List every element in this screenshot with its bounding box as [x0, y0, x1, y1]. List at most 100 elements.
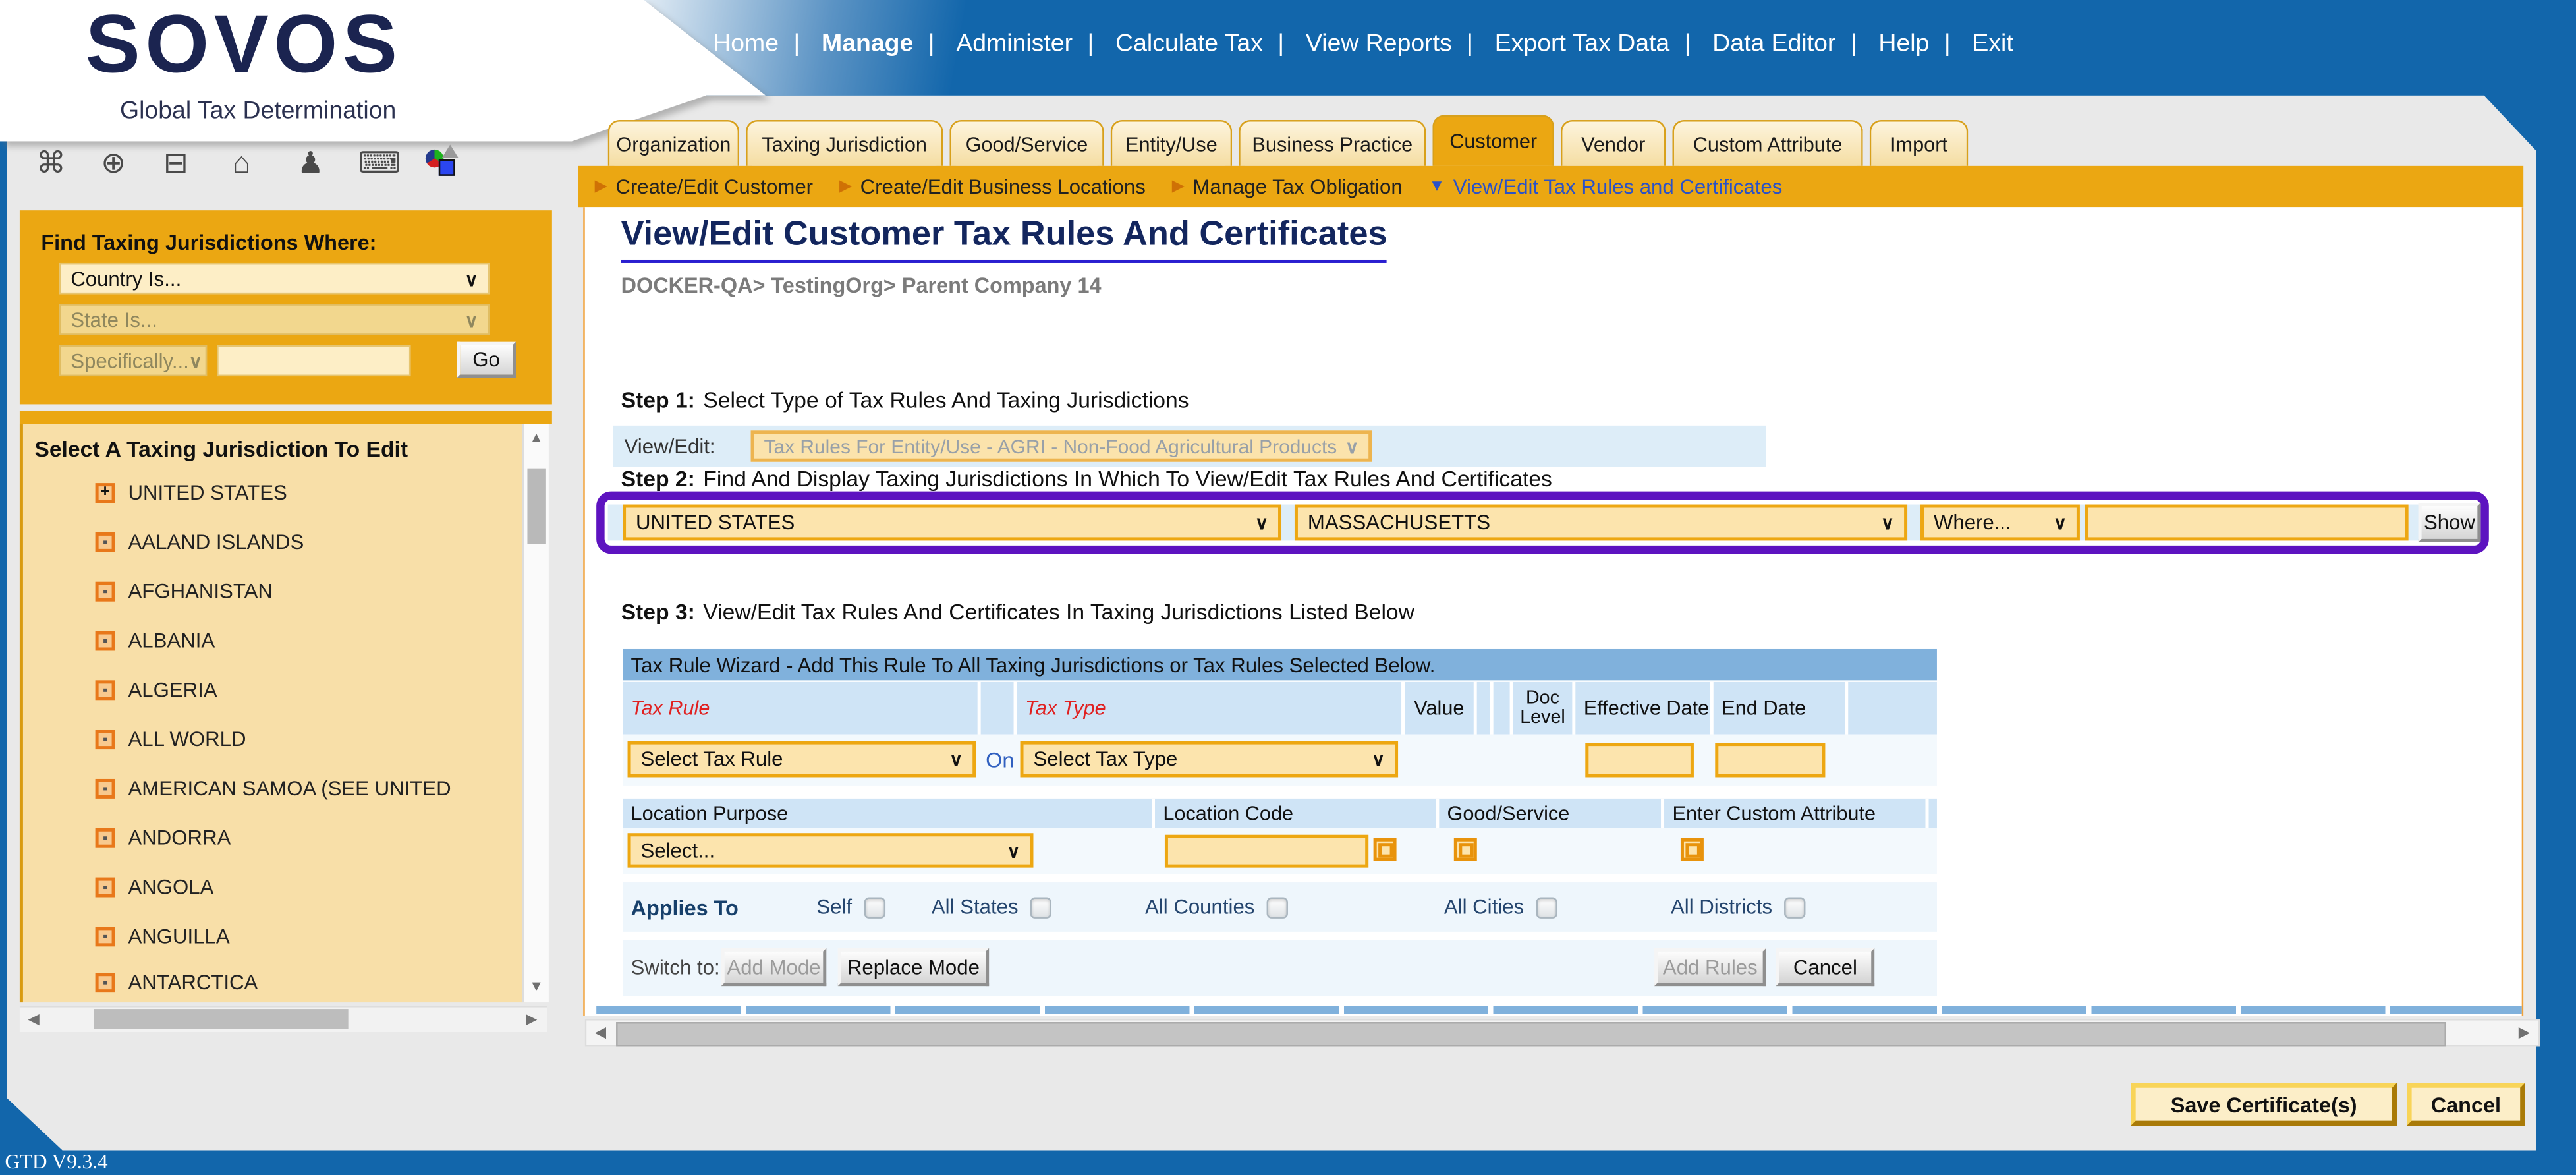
factory-icon[interactable]: ⌂	[223, 144, 260, 181]
tab-business-practice[interactable]: Business Practice	[1239, 120, 1426, 166]
list-item[interactable]: UNITED STATES	[96, 480, 287, 506]
state-filter-select[interactable]: MASSACHUSETTS	[1295, 505, 1907, 541]
location-code-picker-icon[interactable]	[1374, 838, 1397, 861]
col-location-purpose: Location Purpose	[623, 799, 1155, 828]
list-item[interactable]: AMERICAN SAMOA (SEE UNITED	[96, 776, 451, 802]
custom-attribute-picker-icon[interactable]	[1681, 838, 1704, 861]
tab-taxing-jurisdiction[interactable]: Taxing Jurisdiction	[746, 120, 943, 166]
add-rules-button[interactable]: Add Rules	[1654, 948, 1766, 986]
list-item[interactable]: ANDORRA	[96, 825, 231, 851]
find-panel-title: Find Taxing Jurisdictions Where:	[41, 230, 376, 254]
triangle-right-icon	[595, 177, 607, 195]
sidebar-toolbar: ⌘ ⊕ ⊟ ⌂ ♟ ⌨	[23, 141, 549, 187]
truck-icon[interactable]: ⊟	[157, 144, 194, 181]
breadcrumb-create-edit-business-locations[interactable]: Create/Edit Business Locations	[839, 175, 1146, 198]
list-item[interactable]: ANTARCTICA	[96, 969, 258, 996]
list-item[interactable]: ALGERIA	[96, 677, 217, 703]
person-icon[interactable]: ♟	[293, 144, 329, 181]
wizard-input-row: Select Tax Rule On Select Tax Type	[623, 735, 1937, 786]
specifically-select[interactable]: Specifically...	[59, 345, 207, 376]
content-horizontal-scrollbar[interactable]: ◀ ▶	[585, 1019, 2540, 1046]
scroll-left-icon[interactable]: ◀	[590, 1022, 611, 1043]
tax-type-select[interactable]: Select Tax Type	[1021, 741, 1399, 778]
org-chart-icon[interactable]: ⌘	[33, 144, 69, 181]
breadcrumb-view-edit-tax-rules[interactable]: View/Edit Tax Rules and Certificates	[1429, 175, 1783, 198]
nav-item-view-reports[interactable]: View Reports	[1306, 30, 1452, 57]
self-checkbox[interactable]	[864, 896, 885, 917]
tab-vendor[interactable]: Vendor	[1561, 120, 1666, 166]
jurisdiction-search-input[interactable]	[217, 345, 410, 376]
tab-good-service[interactable]: Good/Service	[949, 120, 1104, 166]
view-edit-select-value: Tax Rules For Entity/Use - AGRI - Non-Fo…	[764, 435, 1337, 458]
scrollbar-thumb[interactable]	[94, 1009, 349, 1029]
scroll-up-icon[interactable]: ▲	[526, 427, 547, 448]
scrollbar-thumb[interactable]	[527, 469, 545, 544]
filter-search-input[interactable]	[2085, 505, 2408, 541]
effective-date-input[interactable]	[1585, 743, 1694, 777]
go-button[interactable]: Go	[457, 342, 516, 378]
tax-rule-select[interactable]: Select Tax Rule	[628, 741, 976, 778]
show-button[interactable]: Show	[2419, 503, 2481, 542]
scroll-right-icon[interactable]: ▶	[520, 1009, 542, 1030]
country-select-value: Country Is...	[70, 267, 181, 290]
col-good-service: Good/Service	[1439, 799, 1664, 828]
location-purpose-select[interactable]: Select...	[628, 833, 1034, 867]
step3-text: View/Edit Tax Rules And Certificates In …	[703, 600, 1414, 624]
applies-all-counties-group: All Counties	[1145, 896, 1287, 919]
list-horizontal-scrollbar[interactable]: ◀ ▶	[20, 1006, 547, 1032]
list-item[interactable]: AALAND ISLANDS	[96, 529, 304, 556]
all-districts-checkbox[interactable]	[1784, 896, 1805, 917]
nav-item-manage[interactable]: Manage	[822, 30, 913, 57]
all-counties-checkbox[interactable]	[1266, 896, 1287, 917]
globe-icon[interactable]: ⊕	[96, 144, 132, 181]
scroll-right-icon[interactable]: ▶	[2513, 1022, 2534, 1043]
expand-plus-icon[interactable]	[96, 483, 115, 503]
nav-item-help[interactable]: Help	[1878, 30, 1929, 57]
scrollbar-thumb[interactable]	[616, 1022, 2446, 1046]
list-item[interactable]: ANGOLA	[96, 874, 214, 901]
list-item[interactable]: ALBANIA	[96, 628, 215, 654]
add-mode-button[interactable]: Add Mode	[721, 948, 827, 986]
nav-item-export-tax-data[interactable]: Export Tax Data	[1495, 30, 1669, 57]
where-filter-select[interactable]: Where...	[1920, 505, 2080, 541]
all-cities-checkbox[interactable]	[1536, 896, 1557, 917]
list-item[interactable]: ANGUILLA	[96, 923, 230, 950]
state-select[interactable]: State Is...	[59, 304, 490, 335]
scroll-left-icon[interactable]: ◀	[23, 1009, 44, 1030]
scroll-down-icon[interactable]: ▼	[526, 976, 547, 997]
tab-entity-use[interactable]: Entity/Use	[1111, 120, 1233, 166]
tab-organization[interactable]: Organization	[608, 120, 739, 166]
triangle-right-icon	[1172, 177, 1185, 195]
tab-customer[interactable]: Customer	[1432, 115, 1554, 166]
nav-item-calculate-tax[interactable]: Calculate Tax	[1115, 30, 1263, 57]
list-item[interactable]: AFGHANISTAN	[96, 579, 273, 605]
location-purpose-value: Select...	[641, 839, 715, 862]
tab-custom-attribute[interactable]: Custom Attribute	[1672, 120, 1862, 166]
breadcrumb-manage-tax-obligation[interactable]: Manage Tax Obligation	[1172, 175, 1403, 198]
end-date-input[interactable]	[1715, 743, 1825, 777]
breadcrumb-create-edit-customer[interactable]: Create/Edit Customer	[595, 175, 813, 198]
custom-attribute-icon[interactable]	[424, 144, 460, 181]
list-item[interactable]: ALL WORLD	[96, 726, 246, 753]
good-service-picker-icon[interactable]	[1454, 838, 1477, 861]
find-jurisdictions-panel: Find Taxing Jurisdictions Where: Country…	[20, 210, 552, 404]
list-vertical-scrollbar[interactable]: ▲ ▼	[522, 424, 549, 1002]
country-filter-select[interactable]: UNITED STATES	[623, 505, 1281, 541]
chevron-down-icon	[189, 349, 202, 372]
location-code-input[interactable]	[1165, 835, 1368, 868]
save-certificates-button[interactable]: Save Certificate(s)	[2131, 1083, 2397, 1126]
nav-item-administer[interactable]: Administer	[956, 30, 1073, 57]
page-title: View/Edit Customer Tax Rules And Certifi…	[621, 215, 1387, 263]
col-tax-type: Tax Type	[1017, 682, 1405, 735]
nav-item-data-editor[interactable]: Data Editor	[1712, 30, 1835, 57]
nav-item-exit[interactable]: Exit	[1972, 30, 2013, 57]
footer-cancel-button[interactable]: Cancel	[2407, 1083, 2525, 1126]
country-select[interactable]: Country Is...	[59, 263, 490, 294]
tab-import[interactable]: Import	[1870, 120, 1969, 166]
replace-mode-button[interactable]: Replace Mode	[838, 948, 989, 986]
cash-register-icon[interactable]: ⌨	[358, 144, 395, 181]
where-filter-value: Where...	[1934, 511, 2011, 534]
all-states-checkbox[interactable]	[1030, 896, 1051, 917]
breadcrumb: Create/Edit Customer Create/Edit Busines…	[578, 166, 2523, 207]
cancel-button[interactable]: Cancel	[1776, 948, 1875, 986]
